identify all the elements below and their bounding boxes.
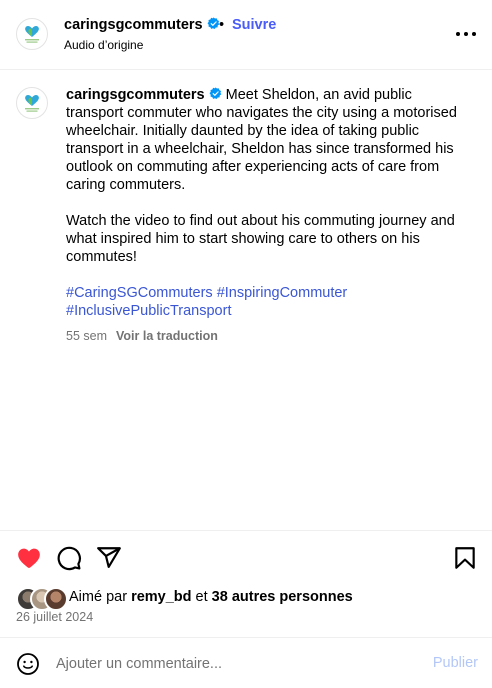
smiley-icon xyxy=(17,653,39,675)
caption-username[interactable]: caringsgcommuters xyxy=(66,87,205,103)
time-ago[interactable]: 55 sem xyxy=(66,329,107,343)
post-actions: Aimé par remy_bd et 38 autres personnes … xyxy=(0,530,492,636)
more-options-button[interactable] xyxy=(454,24,478,44)
liked-by-middle: et xyxy=(191,589,212,605)
post-date[interactable]: 26 juillet 2024 xyxy=(16,610,93,624)
separator-dot: • xyxy=(219,17,225,33)
post-page: caringsgcommuters • Suivre Audio d’origi… xyxy=(0,0,492,688)
hashtag-inspiringcommuter[interactable]: #InspiringCommuter xyxy=(217,285,348,301)
profile-avatar[interactable] xyxy=(16,18,48,50)
liker-avatar[interactable] xyxy=(44,587,68,611)
other-likers-link[interactable]: 38 autres personnes xyxy=(212,589,353,605)
caring-heart-logo-icon xyxy=(25,95,39,112)
more-horizontal-icon xyxy=(456,32,476,36)
comment-bubble-icon xyxy=(57,546,81,571)
verified-badge-icon xyxy=(207,17,219,30)
username-text[interactable]: caringsgcommuters xyxy=(64,17,203,33)
caption-meta: 55 sem Voir la traduction xyxy=(66,327,470,345)
comment-bar: Publier xyxy=(0,637,492,688)
caring-heart-logo-icon xyxy=(25,26,39,43)
caption-paragraph-1: caringsgcommuters Meet Sheldon, an avid … xyxy=(66,86,470,194)
paper-plane-icon xyxy=(97,547,121,568)
hashtag-caringsgcommuters[interactable]: #CaringSGCommuters xyxy=(66,285,213,301)
like-button[interactable] xyxy=(16,545,42,571)
audio-link[interactable]: Audio d’origine xyxy=(64,38,143,52)
comment-button[interactable] xyxy=(56,545,82,571)
header-username[interactable]: caringsgcommuters xyxy=(64,17,220,33)
verified-badge-icon xyxy=(209,87,221,100)
post-header: caringsgcommuters • Suivre Audio d’origi… xyxy=(0,0,492,70)
share-button[interactable] xyxy=(96,545,122,571)
hashtag-inclusivepublictransport[interactable]: #InclusivePublicTransport xyxy=(66,303,231,319)
liker-avatars[interactable] xyxy=(16,586,70,611)
caption-avatar[interactable] xyxy=(16,87,48,119)
bookmark-icon xyxy=(455,547,475,569)
caption-paragraph-2: Watch the video to find out about his co… xyxy=(66,213,455,265)
liked-by-text: Aimé par remy_bd et 38 autres personnes xyxy=(69,589,353,605)
comment-input[interactable] xyxy=(56,652,406,676)
save-button[interactable] xyxy=(452,545,478,571)
liker-username[interactable]: remy_bd xyxy=(131,589,191,605)
liked-by-prefix: Aimé par xyxy=(69,589,132,605)
post-caption: caringsgcommuters Meet Sheldon, an avid … xyxy=(66,86,470,345)
hashtag-list: #CaringSGCommuters #InspiringCommuter #I… xyxy=(66,284,470,320)
see-translation-button[interactable]: Voir la traduction xyxy=(116,329,218,343)
heart-filled-icon xyxy=(18,548,40,568)
publish-button[interactable]: Publier xyxy=(433,655,478,671)
emoji-button[interactable] xyxy=(16,652,40,676)
follow-button[interactable]: Suivre xyxy=(232,17,276,33)
